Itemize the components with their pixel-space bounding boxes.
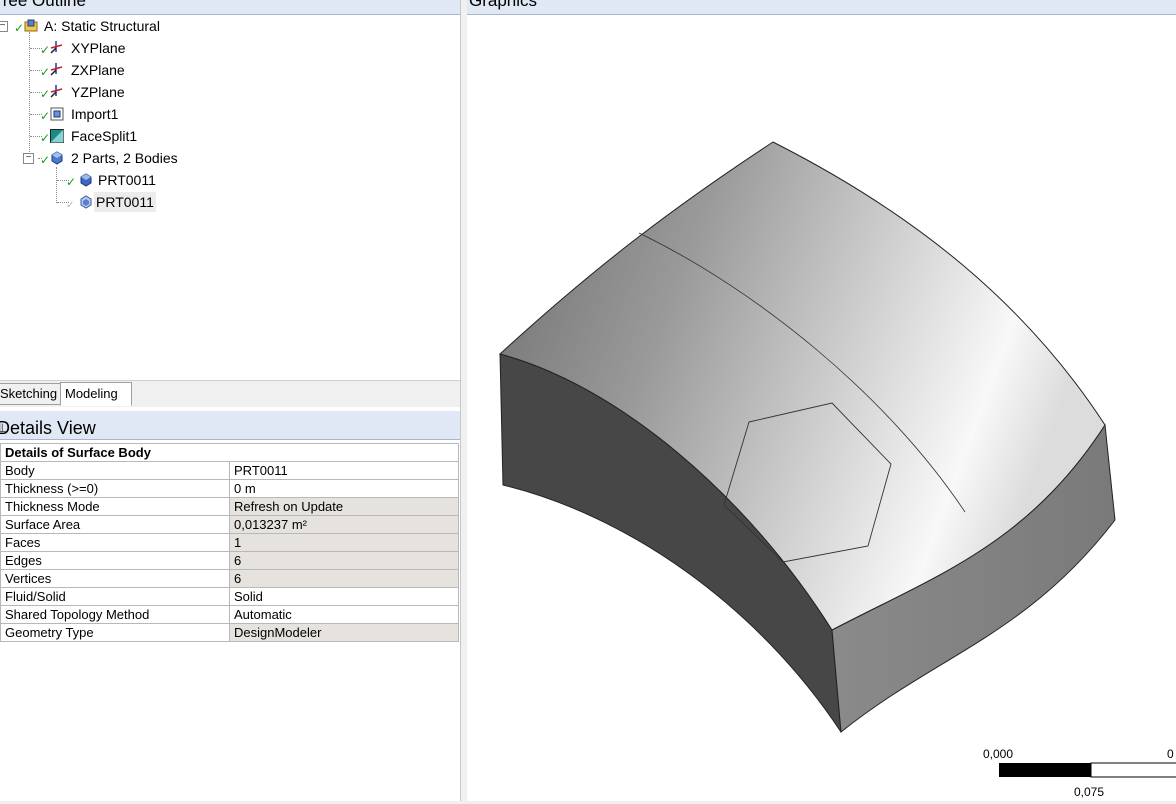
details-row[interactable]: Thickness Mode Refresh on Update [0,497,459,516]
check-icon: ✓ [14,21,25,35]
tree-item-label: 2 Parts, 2 Bodies [71,150,178,166]
details-key: Faces [0,533,230,552]
surface-body-icon [80,195,92,209]
details-value: 0,013237 m² [229,515,459,534]
scale-mid-label: 0,075 [1074,785,1105,799]
details-row[interactable]: Faces 1 [0,533,459,552]
tab-modeling[interactable]: Modeling [60,382,132,406]
mode-tabs: Sketching Modeling [0,380,460,407]
details-row[interactable]: Fluid/Solid Solid [0,587,459,606]
details-row[interactable]: Shared Topology Method Automatic [0,605,459,624]
pin-icon[interactable]: ⊥ [0,413,454,439]
scale-start-label: 0,000 [983,747,1014,761]
tree-outline: − − ✓ A: Static Structural ✓ XYPlane ✓ Z… [0,15,460,380]
model-view[interactable] [467,15,1176,801]
details-row[interactable]: Edges 6 [0,551,459,570]
details-value[interactable]: 0 m [229,479,459,498]
plane-axes-icon [50,41,63,54]
check-icon: ✓ [40,109,51,123]
details-value[interactable]: Refresh on Update [229,497,459,516]
plane-axes-icon [50,63,63,76]
tree-item-label: Import1 [71,106,119,122]
details-value[interactable]: Automatic [229,605,459,624]
details-key: Surface Area [0,515,230,534]
details-row[interactable]: Thickness (>=0) 0 m [0,479,459,498]
scale-bar [999,762,1176,778]
details-value: 6 [229,569,459,588]
left-panel: Tree Outline − − ✓ A: Static Structural … [0,0,460,801]
details-value: 6 [229,551,459,570]
check-icon: ✓ [66,175,77,189]
tab-sketching-label: Sketching [0,386,58,401]
parts-icon [51,151,63,165]
collapse-toggle[interactable]: − [0,21,8,32]
tab-sketching[interactable]: Sketching [0,383,61,405]
check-icon: ✓ [40,153,51,167]
details-row[interactable]: Body PRT0011 [0,461,459,480]
plane-axes-icon [50,85,63,98]
face-split-icon [50,129,64,143]
details-value[interactable]: Solid [229,587,459,606]
tree-outline-header: Tree Outline [0,0,460,15]
graphics-viewport[interactable]: 0,000 0 0,075 [467,15,1176,801]
tab-modeling-label: Modeling [65,386,118,401]
details-table: Details of Surface Body Body PRT0011 Thic… [0,443,460,642]
tree-item-label: FaceSplit1 [71,128,138,144]
details-value: 1 [229,533,459,552]
check-icon: ✓ [66,200,75,211]
details-key: Edges [0,551,230,570]
tree-item-label: A: Static Structural [44,18,160,34]
tree-outline-title: Tree Outline [0,0,86,10]
details-row[interactable]: Surface Area 0,013237 m² [0,515,459,534]
tree-item-label: ZXPlane [71,62,125,78]
model-icon [24,19,38,32]
tree-connector [29,32,30,160]
collapse-toggle[interactable]: − [23,153,34,164]
details-key: Fluid/Solid [0,587,230,606]
details-key: Shared Topology Method [0,605,230,624]
tree-item-label: XYPlane [71,40,126,56]
details-row[interactable]: Geometry Type DesignModeler [0,623,459,642]
check-icon: ✓ [40,131,51,145]
tree-item-label: YZPlane [71,84,125,100]
tree-item-label: PRT0011 [98,172,156,188]
solid-body-icon [80,173,92,187]
details-header: Details of Surface Body [0,443,459,462]
details-row[interactable]: Vertices 6 [0,569,459,588]
graphics-header: Graphics [467,0,1176,15]
graphics-title: Graphics [469,0,538,10]
scale-end-label: 0 [1167,747,1174,761]
import-icon [50,107,64,121]
details-key: Thickness Mode [0,497,230,516]
details-key: Thickness (>=0) [0,479,230,498]
details-value: DesignModeler [229,623,459,642]
details-key: Body [0,461,230,480]
details-key: Vertices [0,569,230,588]
details-view-header: Details View ⊥ [0,411,460,440]
details-key: Geometry Type [0,623,230,642]
tree-item-label: PRT0011 [94,192,156,212]
tree-connector [56,167,57,203]
details-value[interactable]: PRT0011 [229,461,459,480]
